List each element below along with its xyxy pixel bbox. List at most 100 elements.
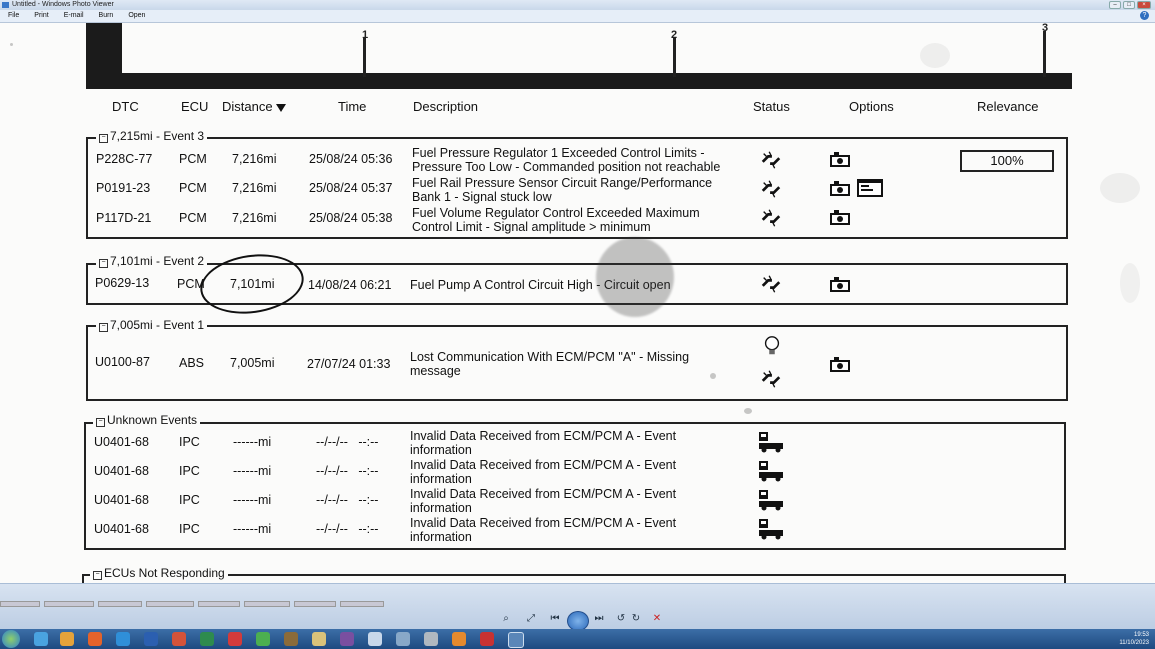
document-icon[interactable] xyxy=(368,632,382,646)
menu-burn[interactable]: Burn xyxy=(91,10,121,22)
firefox-icon[interactable] xyxy=(88,632,102,646)
description: Lost Communication With ECM/PCM "A" - Mi… xyxy=(410,350,690,378)
column-header-time[interactable]: Time xyxy=(338,99,366,114)
broken-link-icon[interactable] xyxy=(760,149,782,171)
event-group-label: Unknown Events xyxy=(107,413,198,427)
timeline-tick-label: 1 xyxy=(362,29,369,41)
freeze-frame-icon[interactable] xyxy=(829,277,851,293)
zoom-icon[interactable]: ⌕ xyxy=(499,613,513,625)
menu-open[interactable]: Open xyxy=(120,10,152,22)
dtc-code: P0191-23 xyxy=(96,181,151,195)
menu-email[interactable]: E-mail xyxy=(56,10,91,22)
time-value: 25/08/24 05:36 xyxy=(309,152,393,166)
menu-file[interactable]: File xyxy=(0,10,26,22)
column-header-distance[interactable]: Distance xyxy=(222,99,286,114)
sort-descending-icon xyxy=(275,104,286,112)
media-icon[interactable] xyxy=(60,632,74,646)
column-header-status[interactable]: Status xyxy=(753,99,790,114)
window-titlebar: Untitled - Windows Photo Viewer – □ × xyxy=(0,0,1155,10)
app-icon[interactable] xyxy=(284,632,298,646)
next-icon[interactable]: ⏭ xyxy=(592,613,606,625)
app-icon[interactable] xyxy=(396,632,410,646)
event-group-title[interactable]: −7,101mi - Event 2 xyxy=(96,254,208,268)
delete-icon[interactable]: ✕ xyxy=(650,613,664,625)
distance-value: 7,005mi xyxy=(230,356,275,370)
thumbnail[interactable] xyxy=(294,601,336,607)
column-header-dtc[interactable]: DTC xyxy=(112,99,139,114)
distance-value: 7,216mi xyxy=(232,211,277,225)
system-tray[interactable]: 19:53 11/10/2023 xyxy=(1119,631,1149,647)
vehicle-module-icon[interactable] xyxy=(757,518,785,540)
event-group-title[interactable]: − ECUs Not Responding xyxy=(90,566,228,580)
collapse-icon[interactable]: − xyxy=(93,571,102,580)
ecu-name: IPC xyxy=(179,464,200,478)
timeline-bar xyxy=(86,73,1072,89)
vivaldi-icon[interactable] xyxy=(228,632,242,646)
maximize-button[interactable]: □ xyxy=(1123,1,1135,9)
column-header-description[interactable]: Description xyxy=(413,99,478,114)
excel-icon[interactable] xyxy=(200,632,214,646)
dtc-code: P228C-77 xyxy=(96,152,153,166)
broken-link-icon[interactable] xyxy=(760,368,782,390)
description: Invalid Data Received from ECM/PCM A - E… xyxy=(410,516,677,544)
clock-date: 11/10/2023 xyxy=(1119,640,1149,646)
app-icon[interactable] xyxy=(340,632,354,646)
chrome-icon[interactable] xyxy=(256,632,270,646)
report-icon[interactable] xyxy=(856,178,884,198)
vehicle-module-icon[interactable] xyxy=(757,489,785,511)
rotate-right-icon[interactable]: ↻ xyxy=(629,613,643,625)
close-button[interactable]: × xyxy=(1137,1,1151,9)
slideshow-button[interactable] xyxy=(567,611,589,631)
broken-link-icon[interactable] xyxy=(760,178,782,200)
vehicle-module-icon[interactable] xyxy=(757,460,785,482)
powerpoint-icon[interactable] xyxy=(172,632,186,646)
minimize-button[interactable]: – xyxy=(1109,1,1121,9)
thumbnail[interactable] xyxy=(98,601,142,607)
column-header-relevance[interactable]: Relevance xyxy=(977,99,1038,114)
freeze-frame-icon[interactable] xyxy=(829,152,851,168)
collapse-icon[interactable]: − xyxy=(99,259,108,268)
vlc-icon[interactable] xyxy=(452,632,466,646)
word-icon[interactable] xyxy=(144,632,158,646)
event-group-title[interactable]: − Unknown Events xyxy=(93,413,201,427)
menu-print[interactable]: Print xyxy=(26,10,55,22)
thumbnail[interactable] xyxy=(198,601,240,607)
previous-icon[interactable]: ⏮ xyxy=(548,613,562,625)
collapse-icon[interactable]: − xyxy=(99,134,108,143)
broken-link-icon[interactable] xyxy=(760,207,782,229)
column-header-ecu[interactable]: ECU xyxy=(181,99,208,114)
freeze-frame-icon[interactable] xyxy=(829,181,851,197)
dtc-code: U0401-68 xyxy=(94,493,149,507)
photo-viewer-taskbar-icon[interactable] xyxy=(508,632,524,648)
timeline-tick-label: 3 xyxy=(1042,23,1049,34)
help-icon[interactable]: ? xyxy=(1140,11,1149,20)
app-icon[interactable] xyxy=(480,632,494,646)
freeze-frame-icon[interactable] xyxy=(829,210,851,226)
start-button[interactable] xyxy=(2,630,20,648)
rotate-left-icon[interactable]: ↺ xyxy=(614,613,628,625)
ie-icon[interactable] xyxy=(34,632,48,646)
viewer-controls: ⌕ ⤢ ⏮ ⏭ ↺ ↻ ✕ xyxy=(0,583,1155,631)
edge-icon[interactable] xyxy=(116,632,130,646)
freeze-frame-icon[interactable] xyxy=(829,357,851,373)
event-group-title[interactable]: −7,005mi - Event 1 xyxy=(96,318,208,332)
broken-link-icon[interactable] xyxy=(760,273,782,295)
column-header-options[interactable]: Options xyxy=(849,99,894,114)
dtc-code: U0401-68 xyxy=(94,435,149,449)
lightbulb-icon[interactable] xyxy=(761,335,783,357)
app-icon[interactable] xyxy=(424,632,438,646)
timeline-tick xyxy=(363,37,366,77)
collapse-icon[interactable]: − xyxy=(99,323,108,332)
event-group-title[interactable]: −7,215mi - Event 3 xyxy=(96,129,208,143)
thumbnail[interactable] xyxy=(146,601,194,607)
folder-icon[interactable] xyxy=(312,632,326,646)
actual-size-icon[interactable]: ⤢ xyxy=(524,613,538,625)
collapse-icon[interactable]: − xyxy=(96,418,105,427)
thumbnail[interactable] xyxy=(244,601,290,607)
time-value: --/--/-- --:-- xyxy=(316,464,379,478)
thumbnail[interactable] xyxy=(44,601,94,607)
timeline-tick-label: 2 xyxy=(671,29,678,41)
vehicle-module-icon[interactable] xyxy=(757,431,785,453)
thumbnail[interactable] xyxy=(340,601,384,607)
thumbnail[interactable] xyxy=(0,601,40,607)
